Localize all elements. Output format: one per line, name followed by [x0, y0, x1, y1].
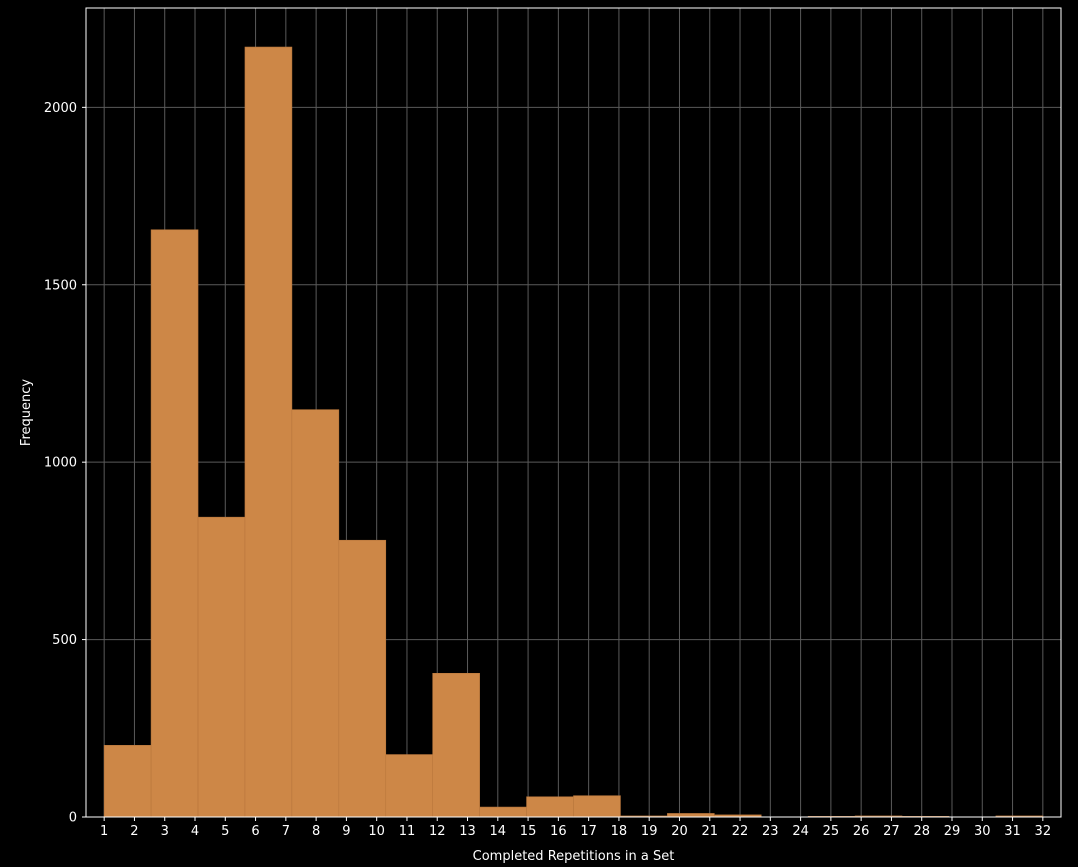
- histogram-bar: [573, 795, 621, 818]
- x-tick-label: 8: [312, 824, 320, 839]
- histogram-bar: [150, 229, 199, 818]
- x-tick-label: 14: [490, 824, 507, 839]
- y-tick-label: 2000: [44, 101, 77, 116]
- histogram-chart: 1 2 3 4 5 6 7 8 9 10 11 12 13 14 15 16 17 18 19 20 21 22 23 24 2…: [0, 0, 1078, 867]
- histogram-bar: [667, 813, 715, 818]
- x-tick-label: 30: [974, 824, 991, 839]
- histogram-bar: [432, 672, 480, 818]
- x-tick-label: 1: [100, 824, 108, 839]
- x-axis-label: Completed Repetitions in a Set: [473, 849, 675, 864]
- x-tick-label: 3: [161, 824, 169, 839]
- x-tick-label: 22: [732, 824, 749, 839]
- x-tick-label: 11: [399, 824, 416, 839]
- histogram-bar: [197, 516, 246, 818]
- x-tick-label: 2: [130, 824, 138, 839]
- x-tick-label: 15: [520, 824, 537, 839]
- histogram-bar: [385, 754, 434, 818]
- y-tick-label: 500: [52, 633, 77, 648]
- x-tick-label: 12: [429, 824, 446, 839]
- x-tick-label: 20: [671, 824, 688, 839]
- x-tick-label: 32: [1035, 824, 1052, 839]
- histogram-bar: [479, 806, 527, 818]
- x-tick-label: 7: [282, 824, 290, 839]
- x-tick-label: 18: [611, 824, 628, 839]
- x-tick-label: 13: [459, 824, 476, 839]
- x-tick-label: 16: [550, 824, 567, 839]
- x-tick-label: 26: [853, 824, 870, 839]
- x-tick-label: 27: [883, 824, 900, 839]
- histogram-bar: [244, 46, 293, 818]
- x-tick-label: 21: [701, 824, 718, 839]
- histogram-bar: [338, 539, 387, 818]
- x-tick-label: 5: [221, 824, 229, 839]
- x-tick-label: 31: [1004, 824, 1021, 839]
- x-tick-label: 23: [762, 824, 779, 839]
- histogram-bar: [526, 796, 574, 818]
- y-tick-label: 0: [69, 811, 77, 826]
- x-tick-label: 17: [580, 824, 597, 839]
- x-tick-label: 10: [368, 824, 385, 839]
- histogram-bar: [291, 409, 340, 818]
- y-tick-label: 1500: [44, 278, 77, 293]
- x-tick-label: 24: [792, 824, 809, 839]
- x-tick-label: 25: [823, 824, 840, 839]
- x-tick-label: 9: [342, 824, 350, 839]
- x-tick-label: 6: [251, 824, 259, 839]
- histogram-bar: [103, 745, 152, 818]
- x-tick-label: 4: [191, 824, 199, 839]
- x-tick-label: 19: [641, 824, 658, 839]
- y-axis-label: Frequency: [19, 379, 34, 446]
- x-tick-label: 28: [913, 824, 930, 839]
- x-tick-label: 29: [944, 824, 961, 839]
- y-tick-label: 1000: [44, 456, 77, 471]
